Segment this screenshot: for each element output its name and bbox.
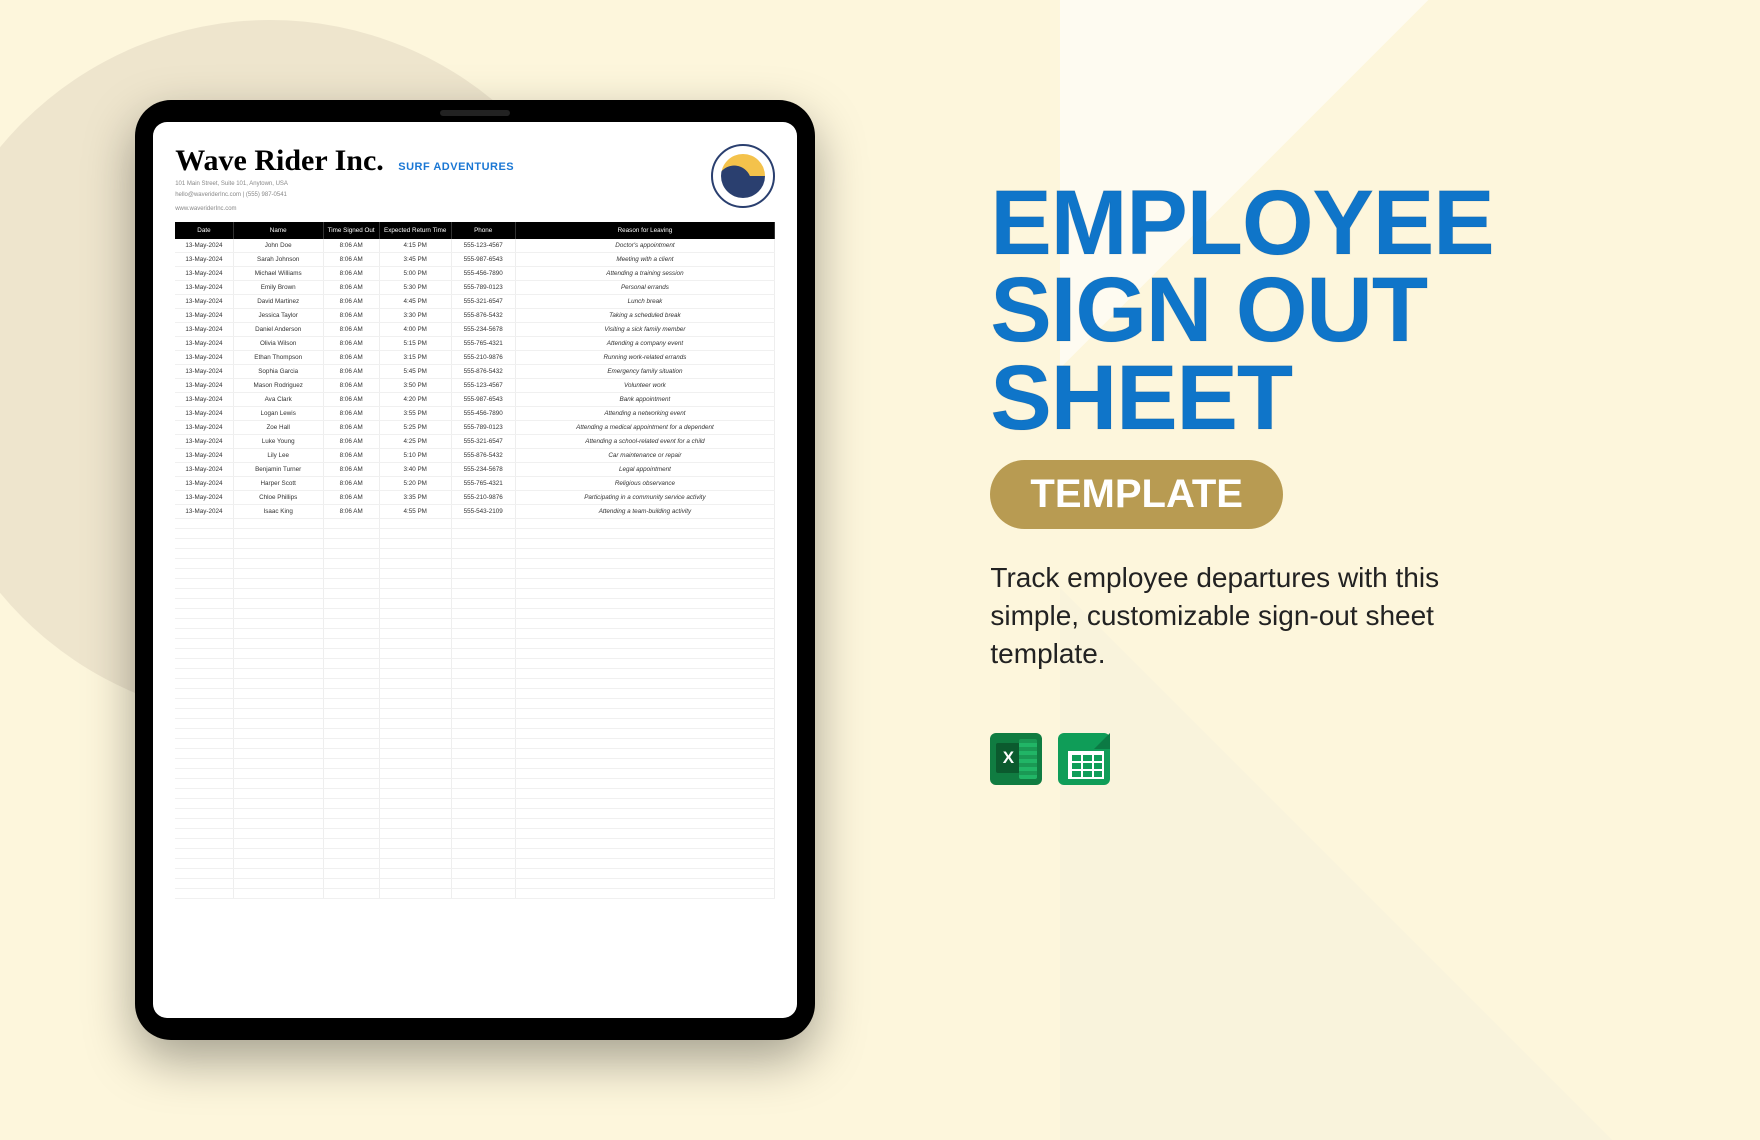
table-row-empty (175, 748, 775, 758)
table-row: 13-May-2024Jessica Taylor8:06 AM3:30 PM5… (175, 308, 775, 322)
table-row-empty (175, 758, 775, 768)
table-row-empty (175, 528, 775, 538)
table-row-empty (175, 578, 775, 588)
table-row: 13-May-2024John Doe8:06 AM4:15 PM555-123… (175, 239, 775, 253)
table-header: Reason for Leaving (515, 222, 775, 239)
signout-table: DateNameTime Signed OutExpected Return T… (175, 222, 775, 899)
excel-icon (990, 733, 1042, 785)
table-row-empty (175, 708, 775, 718)
google-sheets-icon (1058, 733, 1110, 785)
table-row: 13-May-2024Lily Lee8:06 AM5:10 PM555-876… (175, 448, 775, 462)
table-row-empty (175, 818, 775, 828)
table-row-empty (175, 768, 775, 778)
table-row-empty (175, 628, 775, 638)
table-row-empty (175, 868, 775, 878)
table-row-empty (175, 558, 775, 568)
title-line-3: SHEET (990, 355, 1640, 442)
table-header: Date (175, 222, 233, 239)
table-row-empty (175, 788, 775, 798)
company-website: www.waveriderInc.com (175, 206, 514, 212)
hero-description: Track employee departures with this simp… (990, 559, 1510, 672)
table-row: 13-May-2024Sophia Garcia8:06 AM5:45 PM55… (175, 364, 775, 378)
table-row-empty (175, 608, 775, 618)
table-row-empty (175, 538, 775, 548)
table-row-empty (175, 588, 775, 598)
table-row-empty (175, 698, 775, 708)
document-screen: Wave Rider Inc. SURF ADVENTURES 101 Main… (153, 122, 797, 1018)
company-address-2: hello@waveriderInc.com | (555) 987-0541 (175, 192, 514, 200)
table-row-empty (175, 618, 775, 628)
table-row: 13-May-2024Chloe Phillips8:06 AM3:35 PM5… (175, 490, 775, 504)
title-line-2: SIGN OUT (990, 267, 1640, 354)
table-row-empty (175, 718, 775, 728)
company-name: Wave Rider Inc. (175, 144, 384, 178)
table-header: Expected Return Time (379, 222, 451, 239)
table-row: 13-May-2024Logan Lewis8:06 AM3:55 PM555-… (175, 406, 775, 420)
template-badge: TEMPLATE (990, 460, 1283, 529)
table-header: Name (233, 222, 323, 239)
table-row: 13-May-2024Olivia Wilson8:06 AM5:15 PM55… (175, 336, 775, 350)
table-header: Phone (451, 222, 515, 239)
table-row: 13-May-2024Emily Brown8:06 AM5:30 PM555-… (175, 280, 775, 294)
table-row: 13-May-2024Daniel Anderson8:06 AM4:00 PM… (175, 322, 775, 336)
table-row-empty (175, 688, 775, 698)
tablet-mockup: Wave Rider Inc. SURF ADVENTURES 101 Main… (135, 100, 815, 1040)
table-row: 13-May-2024Luke Young8:06 AM4:25 PM555-3… (175, 434, 775, 448)
table-row: 13-May-2024Michael Williams8:06 AM5:00 P… (175, 266, 775, 280)
table-row: 13-May-2024Harper Scott8:06 AM5:20 PM555… (175, 476, 775, 490)
table-row: 13-May-2024Ava Clark8:06 AM4:20 PM555-98… (175, 392, 775, 406)
company-tagline: SURF ADVENTURES (398, 161, 514, 173)
table-row-empty (175, 858, 775, 868)
tablet-camera (440, 110, 510, 116)
table-row-empty (175, 728, 775, 738)
table-row: 13-May-2024Isaac King8:06 AM4:55 PM555-5… (175, 504, 775, 518)
table-header: Time Signed Out (323, 222, 379, 239)
table-row: 13-May-2024Ethan Thompson8:06 AM3:15 PM5… (175, 350, 775, 364)
table-row-empty (175, 828, 775, 838)
table-row-empty (175, 808, 775, 818)
table-row: 13-May-2024Benjamin Turner8:06 AM3:40 PM… (175, 462, 775, 476)
table-row-empty (175, 678, 775, 688)
table-row-empty (175, 548, 775, 558)
table-row-empty (175, 638, 775, 648)
title-line-1: EMPLOYEE (990, 180, 1640, 267)
table-row: 13-May-2024Sarah Johnson8:06 AM3:45 PM55… (175, 252, 775, 266)
table-row-empty (175, 838, 775, 848)
table-row-empty (175, 648, 775, 658)
table-row: 13-May-2024David Martinez8:06 AM4:45 PM5… (175, 294, 775, 308)
table-row-empty (175, 888, 775, 898)
table-row: 13-May-2024Zoe Hall8:06 AM5:25 PM555-789… (175, 420, 775, 434)
table-row-empty (175, 598, 775, 608)
company-address-1: 101 Main Street, Suite 101, Anytown, USA (175, 181, 514, 189)
hero-title: EMPLOYEE SIGN OUT SHEET (990, 180, 1640, 442)
table-row: 13-May-2024Mason Rodriguez8:06 AM3:50 PM… (175, 378, 775, 392)
table-row-empty (175, 878, 775, 888)
table-row-empty (175, 738, 775, 748)
table-row-empty (175, 848, 775, 858)
table-row-empty (175, 778, 775, 788)
table-row-empty (175, 518, 775, 528)
table-row-empty (175, 668, 775, 678)
company-logo (711, 144, 775, 208)
table-row-empty (175, 568, 775, 578)
table-row-empty (175, 798, 775, 808)
wave-icon (721, 154, 765, 198)
table-row-empty (175, 658, 775, 668)
